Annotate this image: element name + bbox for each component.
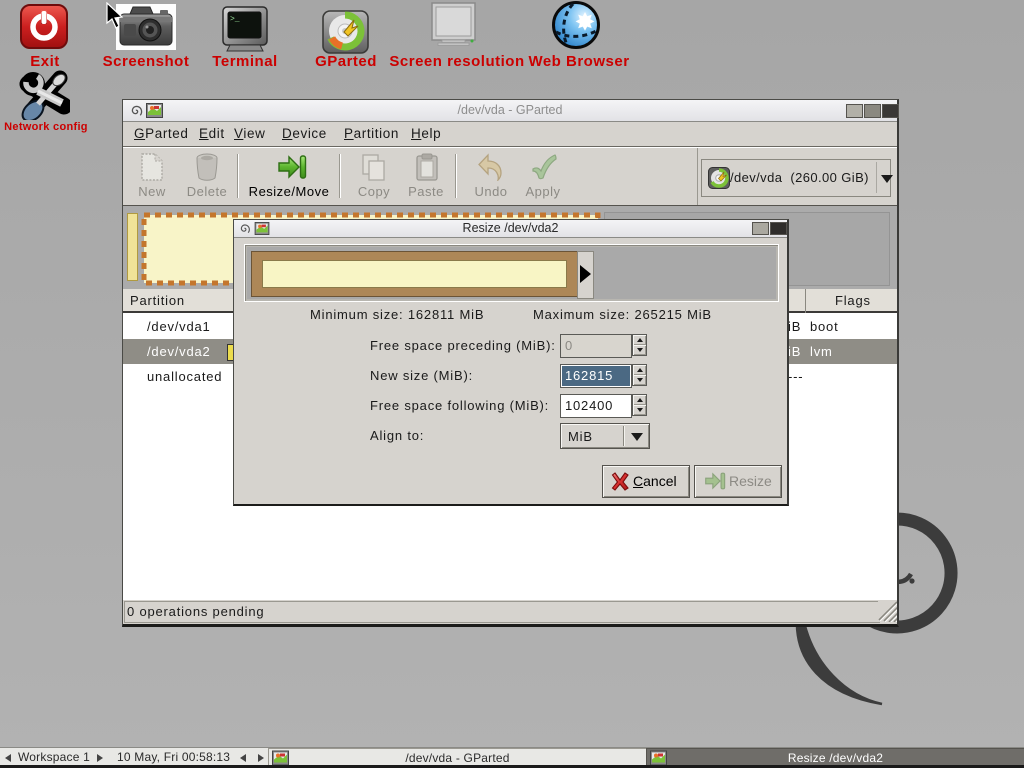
svg-text:>_: >_	[230, 15, 240, 24]
